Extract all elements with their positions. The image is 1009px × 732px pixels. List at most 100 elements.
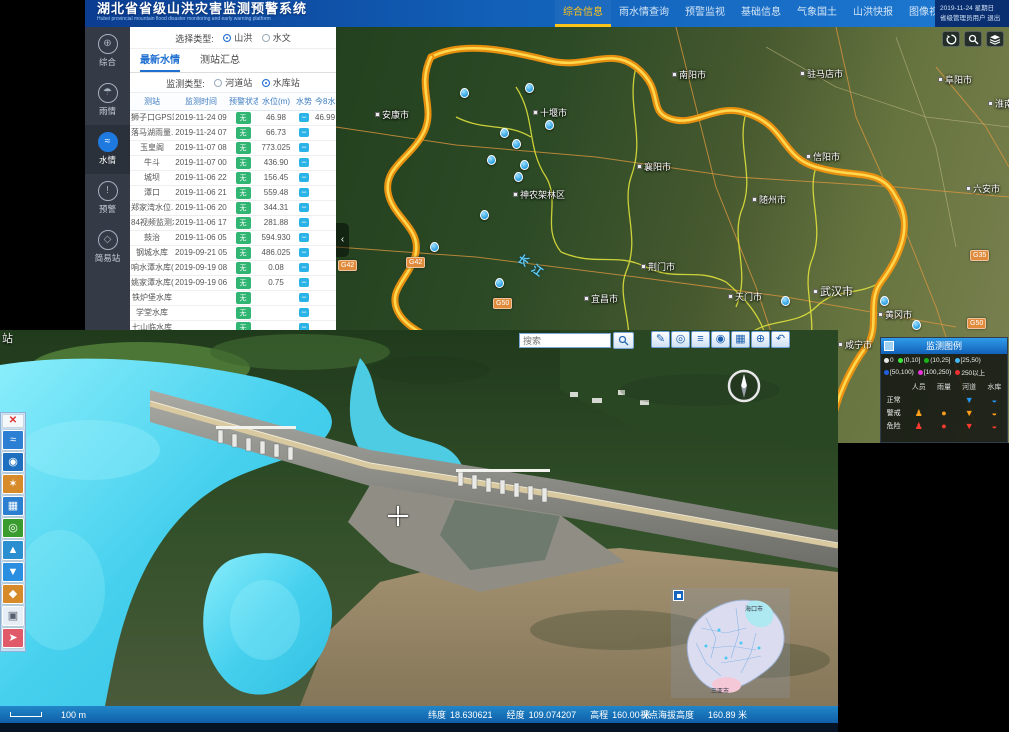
city-label: 荆门市 xyxy=(641,260,675,273)
viewer-statusbar: 100 m 纬度18.630621 经度109.074207 高程160.00 … xyxy=(0,706,838,723)
station-marker[interactable] xyxy=(495,278,504,288)
table-column-header[interactable]: 测站 xyxy=(130,93,174,110)
cell-time: 2019-11-06 20 xyxy=(174,200,228,215)
table-column-header[interactable]: 水位(m) xyxy=(258,93,294,110)
type-radio[interactable]: 水文 xyxy=(262,27,291,49)
table-column-header[interactable]: 监测时间 xyxy=(174,93,228,110)
table-column-header[interactable]: 水势 xyxy=(294,93,314,110)
table-row[interactable]: 响水潭水库(... 2019-09-19 08 无 0.08 xyxy=(130,260,336,275)
compass-icon[interactable] xyxy=(724,366,764,406)
camera-icon[interactable]: ◎ xyxy=(671,331,690,348)
layers-icon[interactable] xyxy=(986,31,1004,47)
station-marker[interactable] xyxy=(512,139,521,149)
flow-icon[interactable]: ➤ xyxy=(2,628,24,648)
legend-header[interactable]: 监测图例 xyxy=(881,338,1007,354)
station-marker[interactable] xyxy=(460,88,469,98)
nav-item[interactable]: 基础信息 xyxy=(733,0,789,27)
table-row[interactable]: 84视频监测水... 2019-11-06 17 无 281.88 xyxy=(130,215,336,230)
station-marker[interactable] xyxy=(781,296,790,306)
city-dot-icon xyxy=(513,192,518,197)
sidebar-item[interactable]: ⊕ 综合 xyxy=(85,27,130,76)
whirlpool-icon[interactable]: ◉ xyxy=(2,452,24,472)
station-radio[interactable]: 河道站 xyxy=(214,73,252,93)
station-marker[interactable] xyxy=(545,120,554,130)
sand-icon[interactable]: ◆ xyxy=(2,584,24,604)
sidebar-item[interactable]: ☂ 雨情 xyxy=(85,76,130,125)
station-marker[interactable] xyxy=(430,242,439,252)
nav-item[interactable]: 雨水情查询 xyxy=(611,0,677,27)
table-row[interactable]: 潭口 2019-11-06 21 无 559.48 xyxy=(130,185,336,200)
search-icon[interactable] xyxy=(613,332,634,349)
nav-item[interactable]: 预警监视 xyxy=(677,0,733,27)
table-column-header[interactable]: 今8水位(m) xyxy=(314,93,336,110)
city-dot-icon xyxy=(375,112,380,117)
table-row[interactable]: 郑家湾水位... 2019-11-06 20 无 344.31 xyxy=(130,200,336,215)
rain-scale-item: 0 xyxy=(884,357,894,364)
chart-icon[interactable]: ▦ xyxy=(731,331,750,348)
station-marker[interactable] xyxy=(500,128,509,138)
search-input[interactable] xyxy=(519,333,611,348)
datetime-user-box[interactable]: 2019-11-24 星期日 省级管理员用户 退出 xyxy=(935,0,1009,27)
eye-icon[interactable]: ◉ xyxy=(711,331,730,348)
cell-level: 281.88 xyxy=(258,215,294,230)
radio-icon xyxy=(262,34,270,42)
capture-icon[interactable]: ▣ xyxy=(2,606,24,626)
cell-level8 xyxy=(314,140,336,155)
typhoon-icon[interactable]: ✶ xyxy=(2,474,24,494)
panel-collapse-button[interactable]: ‹ xyxy=(336,223,349,257)
sidebar-item[interactable]: ! 预警 xyxy=(85,174,130,223)
wave-grid-icon[interactable]: ▦ xyxy=(2,496,24,516)
3d-viewer-window[interactable]: 站 ✎ ◎ ≡ ◉ ▦ ⊕ ↶ xyxy=(0,330,838,732)
cell-trend xyxy=(294,275,314,290)
table-row[interactable]: 牛斗 2019-11-07 00 无 436.90 xyxy=(130,155,336,170)
cell-time: 2019-09-19 08 xyxy=(174,260,228,275)
radar-icon[interactable]: ◎ xyxy=(2,518,24,538)
station-table: 测站监测时间预警状态水位(m)水势今8水位(m) 狮子口GPS站... 2019… xyxy=(130,93,336,336)
cell-trend xyxy=(294,110,314,125)
rain-scale-item: (0,10] xyxy=(898,357,921,364)
nav-item[interactable]: 山洪快报 xyxy=(845,0,901,27)
status-badge: 无 xyxy=(236,262,251,274)
table-row[interactable]: 鼓治 2019-11-06 05 无 594.930 xyxy=(130,230,336,245)
draw-icon[interactable]: ✎ xyxy=(651,331,670,348)
cell-level8 xyxy=(314,155,336,170)
table-column-header[interactable]: 预警状态 xyxy=(228,93,258,110)
table-row[interactable]: 城坝 2019-11-06 22 无 156.45 xyxy=(130,170,336,185)
sidebar-item[interactable]: ≈ 水情 xyxy=(85,125,130,174)
station-marker[interactable] xyxy=(514,172,523,182)
station-marker[interactable] xyxy=(520,160,529,170)
panel-tab[interactable]: 测站汇总 xyxy=(200,49,240,72)
refresh-icon[interactable] xyxy=(942,31,960,47)
table-row[interactable]: 钢城水库 2019-09-21 05 无 486.025 xyxy=(130,245,336,260)
splash-icon[interactable]: ▲ xyxy=(2,540,24,560)
water-waves-icon[interactable]: ≈ xyxy=(2,430,24,450)
sidebar-item[interactable]: ◇ 简易站 xyxy=(85,223,130,272)
overview-minimap[interactable]: 海口市三亚市 xyxy=(671,588,790,698)
globe-icon[interactable]: ⊕ xyxy=(751,331,770,348)
cell-level: 773.025 xyxy=(258,140,294,155)
table-row[interactable]: 落马湖雨量... 2019-11-24 07 无 66.73 xyxy=(130,125,336,140)
legend-rain-icon: ● xyxy=(931,419,956,432)
flood-cone-icon[interactable]: ▼ xyxy=(2,562,24,582)
table-row[interactable]: 狮子口GPS站... 2019-11-24 09 无 46.98 46.99 xyxy=(130,110,336,125)
list-icon[interactable]: ≡ xyxy=(691,331,710,348)
station-marker[interactable] xyxy=(880,296,889,306)
table-row[interactable]: 铁炉堡水库 无 xyxy=(130,290,336,305)
panel-tab[interactable]: 最新水情 xyxy=(140,49,180,72)
table-row[interactable]: 姚家潭水库(... 2019-09-19 06 无 0.75 xyxy=(130,275,336,290)
undo-icon[interactable]: ↶ xyxy=(771,331,790,348)
station-marker[interactable] xyxy=(525,83,534,93)
nav-item[interactable]: 综合信息 xyxy=(555,0,611,27)
search-icon[interactable] xyxy=(964,31,982,47)
station-radio[interactable]: 水库站 xyxy=(262,73,300,93)
nav-item[interactable]: 气象国土 xyxy=(789,0,845,27)
close-icon[interactable]: ✕ xyxy=(2,414,24,428)
table-row[interactable]: 学堂水库 无 xyxy=(130,305,336,320)
minimap-mode-icon[interactable] xyxy=(673,590,684,601)
station-marker[interactable] xyxy=(912,320,921,330)
status-badge: 无 xyxy=(236,157,251,169)
station-marker[interactable] xyxy=(487,155,496,165)
table-row[interactable]: 玉皇阁 2019-11-07 08 无 773.025 xyxy=(130,140,336,155)
type-radio[interactable]: 山洪 xyxy=(223,27,252,49)
station-marker[interactable] xyxy=(480,210,489,220)
